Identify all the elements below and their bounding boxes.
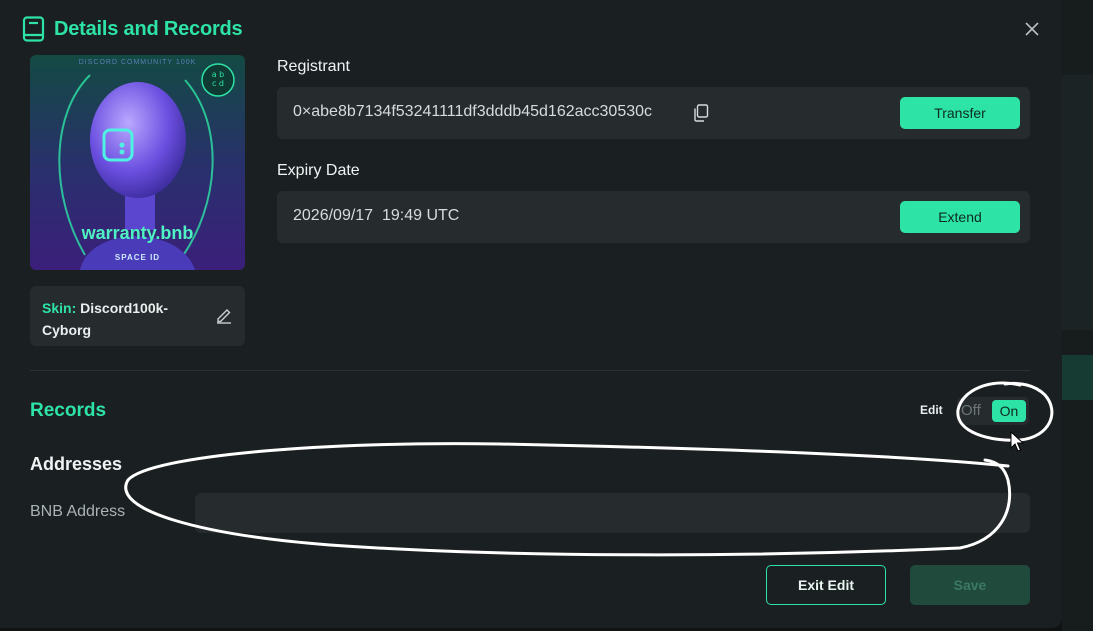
exit-edit-button[interactable]: Exit Edit	[766, 565, 886, 605]
skin-box: Skin: Discord100k-Cyborg	[30, 286, 245, 346]
svg-text:c d: c d	[212, 79, 224, 88]
close-icon[interactable]	[1020, 18, 1044, 40]
expiry-label: Expiry Date	[277, 162, 360, 179]
details-modal: Details and Records a b c d DISCORD COMM…	[0, 0, 1062, 628]
bnb-address-label: BNB Address	[30, 503, 126, 520]
bnb-address-input[interactable]	[195, 493, 1030, 533]
pencil-icon[interactable]	[215, 306, 233, 324]
modal-title: Details and Records	[54, 17, 243, 40]
records-title: Records	[30, 400, 107, 421]
expiry-field: 2026/09/17 19:49 UTC Extend	[277, 191, 1030, 243]
addresses-title: Addresses	[30, 454, 123, 474]
modal-header: Details and Records	[22, 16, 243, 42]
save-button[interactable]: Save	[910, 565, 1030, 605]
toggle-on-option[interactable]: On	[992, 400, 1026, 422]
nft-caption: DISCORD COMMUNITY 100K	[78, 59, 197, 66]
skin-key: Skin:	[42, 300, 77, 316]
extend-button[interactable]: Extend	[900, 201, 1020, 233]
registrant-address: 0×abe8b7134f53241111df3dddb45d162acc3053…	[293, 103, 653, 120]
edit-toggle[interactable]: Off On	[957, 397, 1029, 425]
background-panel	[1062, 75, 1093, 330]
background-highlight	[1062, 355, 1093, 400]
toggle-off-option[interactable]: Off	[961, 402, 981, 419]
skin-label: Skin: Discord100k-Cyborg	[42, 297, 202, 341]
registrant-label: Registrant	[277, 58, 350, 75]
svg-text:a b: a b	[212, 70, 225, 79]
transfer-button[interactable]: Transfer	[900, 97, 1020, 129]
copy-icon[interactable]	[693, 104, 709, 122]
book-icon	[22, 16, 45, 42]
background-page	[1062, 0, 1093, 631]
mouse-cursor	[1010, 431, 1024, 452]
nft-brand: SPACE ID	[114, 253, 161, 262]
expiry-date: 2026/09/17 19:49 UTC	[293, 207, 460, 224]
nft-domain-name: warranty.bnb	[81, 223, 194, 243]
section-divider	[30, 370, 1030, 371]
nft-image: a b c d DISCORD COMMUNITY 100K warranty.…	[30, 55, 245, 270]
registrant-field: 0×abe8b7134f53241111df3dddb45d162acc3053…	[277, 87, 1030, 139]
edit-label: Edit	[920, 403, 943, 417]
